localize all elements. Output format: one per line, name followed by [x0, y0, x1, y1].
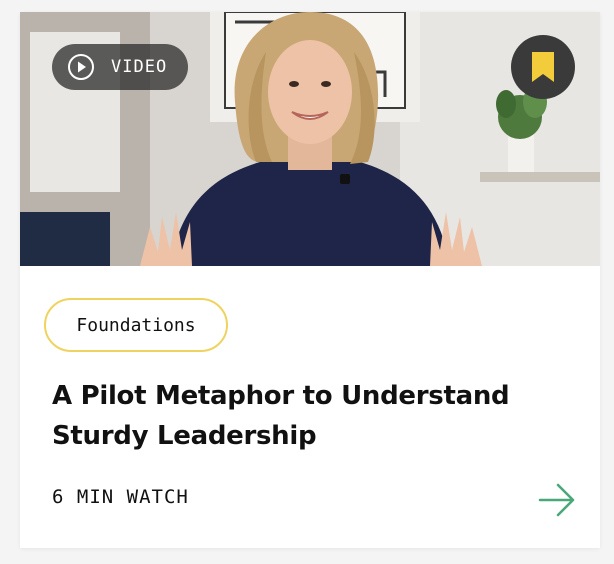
arrow-right-icon [538, 483, 575, 517]
category-tag[interactable]: Foundations [44, 298, 228, 352]
open-link-button[interactable] [538, 482, 576, 518]
video-badge[interactable]: VIDEO [52, 44, 188, 90]
bookmark-icon [532, 52, 554, 82]
play-circle-icon [68, 54, 94, 80]
video-badge-label: VIDEO [111, 57, 168, 77]
content-card[interactable]: VIDEO Foundations A Pilot Metaphor to Un… [20, 12, 600, 548]
video-thumbnail[interactable]: VIDEO [20, 12, 600, 266]
duration-label: 6 MIN WATCH [52, 486, 189, 508]
card-title[interactable]: A Pilot Metaphor to Understand Sturdy Le… [52, 376, 572, 456]
bookmark-button[interactable] [511, 35, 575, 99]
